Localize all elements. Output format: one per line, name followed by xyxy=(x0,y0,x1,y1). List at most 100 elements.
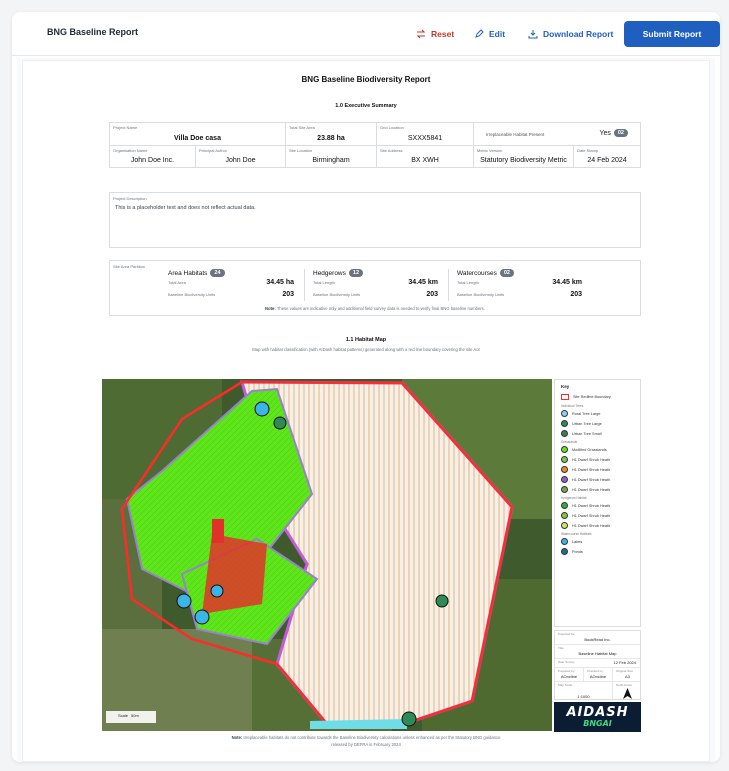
legend-hedge2: H1 Dwarf Shrub Heath xyxy=(561,512,610,519)
legend-grass5-label: H1 Dwarf Shrub Heath xyxy=(572,487,611,492)
legend-grass4: H1 Dwarf Shrub Heath xyxy=(561,476,610,483)
legend-cat-hedge: Hedgerow Habitat xyxy=(561,496,587,500)
tree-icon xyxy=(561,410,568,417)
info-c1: AOncline xyxy=(560,674,578,679)
grass-icon xyxy=(561,476,568,483)
legend-grass4-label: H1 Dwarf Shrub Heath xyxy=(572,477,611,482)
legend-grass3-label: H1 Dwarf Shrub Heath xyxy=(572,467,611,472)
project-name-value: Villa Doe casa xyxy=(174,135,221,142)
legend-cat-trees: Individual Trees xyxy=(561,404,584,408)
partition-note: Note: These values are indicative only a… xyxy=(110,306,640,311)
hedgerows-panel: Hedgerows 12 Total Length 34.45 km Basel… xyxy=(304,269,448,301)
site-location-value: Birmingham xyxy=(312,157,350,164)
site-location-cell: Site Location Birmingham xyxy=(286,146,377,167)
hedgerows-title: Hedgerows 12 xyxy=(313,269,364,277)
info-c3-label: Original Size xyxy=(616,669,634,673)
download-icon xyxy=(528,30,538,39)
legend-boundary: Site Redline Boundary xyxy=(561,394,611,400)
map-note-line2: released by DEFRA in February 2024 xyxy=(331,741,401,747)
area-total-label: Total Area xyxy=(168,280,186,285)
grid-location-label: Grid Location xyxy=(380,125,404,130)
submit-report-button[interactable]: Submit Report xyxy=(624,21,720,47)
legend-hedge2-label: H1 Dwarf Shrub Heath xyxy=(572,513,611,518)
total-site-area-label: Total Site Area xyxy=(289,125,315,130)
grass-icon xyxy=(561,446,568,453)
grass-icon xyxy=(561,466,568,473)
watercourses-label: Watercourses xyxy=(457,269,497,277)
water-length-label: Total Length xyxy=(457,280,479,285)
info-c2: AOncline xyxy=(589,674,607,679)
watercourses-count: 02 xyxy=(499,269,514,277)
principal-author-cell: Principal Author John Doe xyxy=(196,146,286,167)
legend-cat-water: Watercourse Habitats xyxy=(561,532,592,536)
total-site-area-value: 23.88 ha xyxy=(317,135,345,142)
metric-version-label: Metric Version xyxy=(477,148,503,153)
principal-author-label: Principal Author xyxy=(199,148,228,153)
map-note-line1: Irreplaceable habitats do not contribute… xyxy=(242,735,501,740)
legend-tree2-label: Urban Tree Large xyxy=(572,421,602,426)
area-habitats-label: Area Habitats xyxy=(168,269,208,277)
grid-location-value: SXXX5841 xyxy=(407,135,443,142)
boundary-swatch-icon xyxy=(561,394,569,400)
site-address-label: Site Address xyxy=(380,148,403,153)
legend-grass5: H1 Dwarf Shrub Heath xyxy=(561,486,610,493)
partition-note-bold: Note: xyxy=(265,306,276,311)
hedge-units-label: Baseline Biodiversity Units xyxy=(313,292,361,297)
legend-hedge1-label: H1 Dwarf Shrub Heath xyxy=(572,503,611,508)
download-label: Download Report xyxy=(543,29,614,39)
legend-title: Key xyxy=(561,384,570,389)
irreplaceable-count-badge: 02 xyxy=(613,129,628,137)
habitat-map-image xyxy=(102,379,552,731)
watercourses-title: Watercourses 02 xyxy=(457,269,514,277)
area-habitats-title: Area Habitats 24 xyxy=(168,269,225,277)
download-report-button[interactable]: Download Report xyxy=(528,24,613,44)
reset-button[interactable]: Reset xyxy=(416,24,454,44)
map-info-block: Prepared for BookRead Inc. Title Baselin… xyxy=(554,630,641,701)
total-site-area-cell: Total Site Area 23.88 ha xyxy=(286,123,377,145)
site-address-value: BX XWH xyxy=(411,157,439,164)
project-description-label: Project Description xyxy=(113,196,147,201)
water-units-value: 203 xyxy=(570,291,582,298)
top-bar: BNG Baseline Report Reset Edit Download … xyxy=(12,12,720,56)
tree-icon xyxy=(561,420,568,427)
reset-icon xyxy=(416,29,426,39)
legend-tree3: Urban Tree Small xyxy=(561,430,602,437)
legend-hedge3-label: H1 Dwarf Shrub Heath xyxy=(572,523,611,528)
principal-author-value: John Doe xyxy=(225,157,256,164)
water-units-label: Baseline Biodiversity Units xyxy=(457,292,505,297)
edit-button[interactable]: Edit xyxy=(474,24,505,44)
habitat-map-subtitle: Map with habitat classification (with AI… xyxy=(252,347,480,352)
info-title-label: Title xyxy=(558,646,564,650)
map-footnote: Note: Irreplaceable habitats do not cont… xyxy=(23,735,709,748)
area-habitats-panel: Area Habitats 24 Total Area 34.45 ha Bas… xyxy=(160,269,304,301)
watercourses-panel: Watercourses 02 Total Length 34.45 km Ba… xyxy=(448,269,592,301)
legend-tree3-label: Urban Tree Small xyxy=(572,431,602,436)
metric-version-cell: Metric Version Statutory Biodiversity Me… xyxy=(474,146,574,167)
legend-tree1: Rural Tree Large xyxy=(561,410,601,417)
legend-tree1-label: Rural Tree Large xyxy=(572,411,601,416)
org-name-cell: Organisation Name John Doe Inc. xyxy=(110,146,196,167)
info-c1-label: Prepared by xyxy=(558,669,575,673)
site-partition-label: Site Area Partition xyxy=(113,264,146,269)
aidash-logo: AIDASH BNGAI xyxy=(554,702,641,732)
legend-boundary-label: Site Redline Boundary xyxy=(573,395,611,399)
legend-water1: Lakes xyxy=(561,538,582,545)
report-page: BNG Baseline Biodiversity Report 1.0 Exe… xyxy=(22,60,710,762)
org-name-value: John Doe Inc. xyxy=(130,157,175,164)
legend-tree2: Urban Tree Large xyxy=(561,420,602,427)
app-window: BNG Baseline Report Reset Edit Download … xyxy=(12,12,720,762)
irreplaceable-label: Irreplaceable Habitat Present xyxy=(486,132,545,137)
document-area[interactable]: BNG Baseline Biodiversity Report 1.0 Exe… xyxy=(17,58,715,762)
info-ref: 1:1000 xyxy=(577,694,590,699)
app-title: BNG Baseline Report xyxy=(47,27,139,37)
habitat-map[interactable]: Scale 50m xyxy=(102,379,552,731)
map-note-bold: Note: xyxy=(231,735,243,740)
info-prepared-for: BookRead Inc. xyxy=(584,637,611,642)
area-units-value: 203 xyxy=(282,291,294,298)
irreplaceable-cell: Irreplaceable Habitat Present Yes 02 xyxy=(474,123,640,145)
executive-summary-heading: 1.0 Executive Summary xyxy=(335,103,397,109)
area-units-label: Baseline Biodiversity Units xyxy=(168,292,216,297)
hedge-length-value: 34.45 km xyxy=(408,279,438,286)
edit-label: Edit xyxy=(489,29,506,39)
info-date: 12 Feb 2024 xyxy=(613,660,636,665)
